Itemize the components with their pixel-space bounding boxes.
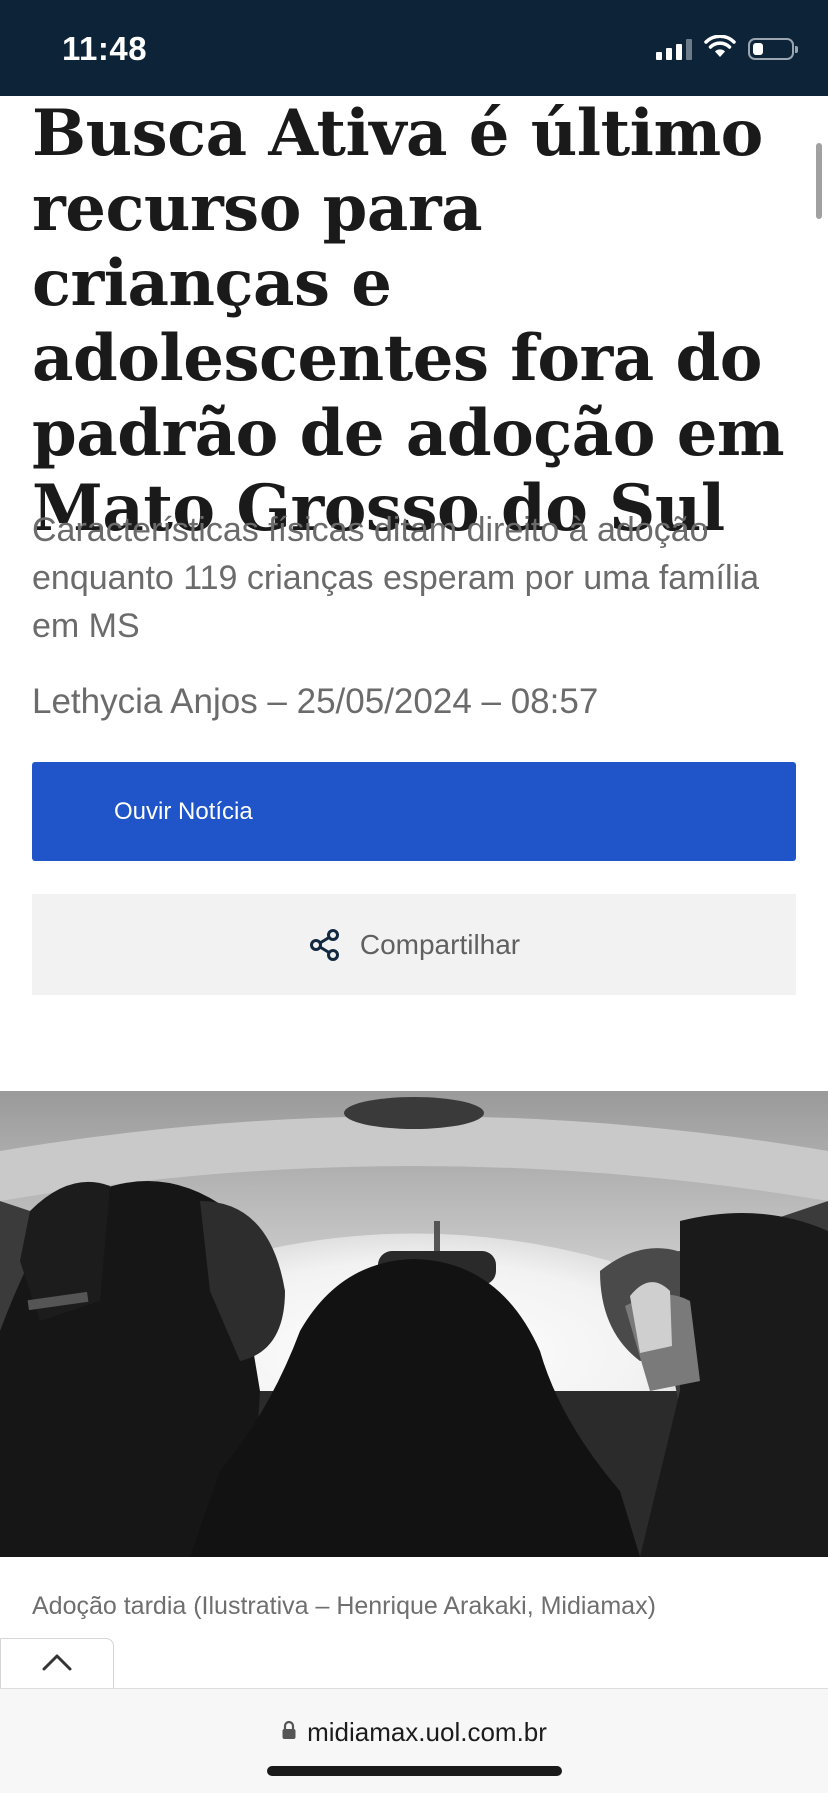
status-bar: 11:48: [0, 0, 828, 96]
chevron-up-icon: [41, 1652, 73, 1677]
url-display[interactable]: midiamax.uol.com.br: [0, 1717, 828, 1748]
listen-news-button[interactable]: Ouvir Notícia: [32, 762, 796, 861]
article-byline: Lethycia Anjos – 25/05/2024 – 08:57: [32, 682, 599, 721]
article-headline: Busca Ativa é último recurso para crianç…: [32, 96, 785, 546]
browser-address-bar[interactable]: midiamax.uol.com.br: [0, 1688, 828, 1793]
wifi-icon: [704, 34, 736, 64]
share-icon: [308, 928, 342, 962]
signal-icon: [656, 38, 692, 60]
article-subtitle: Características físicas ditam direito à …: [32, 511, 759, 645]
status-icons: [656, 34, 798, 64]
home-indicator[interactable]: [267, 1766, 562, 1776]
listen-news-label: Ouvir Notícia: [114, 797, 253, 825]
scroll-indicator[interactable]: [816, 143, 822, 219]
share-label: Compartilhar: [359, 928, 521, 960]
back-to-top-button[interactable]: [0, 1638, 114, 1690]
battery-icon: [748, 38, 798, 60]
url-text: midiamax.uol.com.br: [307, 1717, 547, 1747]
photo-caption: Adoção tardia (Ilustrativa – Henrique Ar…: [32, 1592, 656, 1620]
share-button[interactable]: Compartilhar: [32, 894, 796, 995]
lock-icon: [281, 1720, 297, 1745]
status-time: 11:48: [62, 30, 148, 67]
article-photo: [0, 1091, 828, 1557]
